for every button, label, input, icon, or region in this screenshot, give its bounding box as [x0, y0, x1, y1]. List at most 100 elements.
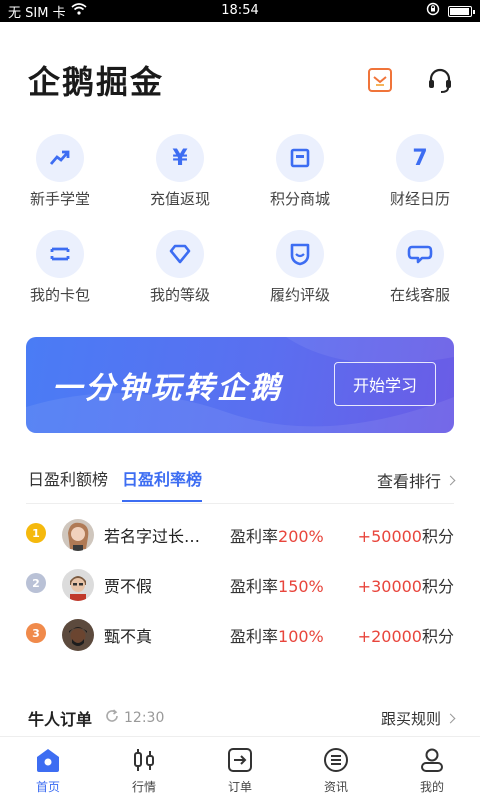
nav-orders[interactable]: 订单 — [192, 737, 288, 800]
nav-label: 资讯 — [323, 780, 348, 794]
points-value: +30000 — [357, 577, 422, 596]
rate-label: 盈利率 — [230, 577, 279, 596]
user-name: 甄不真 — [104, 627, 153, 646]
user-name: 贾不假 — [104, 577, 153, 596]
gold-medal-icon: 1 — [26, 523, 46, 547]
store-icon — [276, 134, 324, 182]
points-value: +50000 — [357, 527, 422, 546]
profile-icon — [418, 746, 446, 774]
points: +30000积分 — [358, 573, 454, 597]
bronze-medal-icon: 3 — [26, 623, 46, 647]
feature-points-mall[interactable]: 积分商城 — [240, 134, 360, 214]
feature-performance-rating[interactable]: 履约评级 — [240, 230, 360, 310]
nav-label: 我的 — [419, 780, 444, 794]
candlestick-icon — [130, 746, 158, 774]
points-unit: 积分 — [421, 577, 454, 596]
points: +50000积分 — [358, 523, 454, 547]
profit-rate: 盈利率150% — [230, 573, 350, 597]
shield-icon — [276, 230, 324, 278]
rate-value: 150% — [278, 577, 324, 596]
feature-grid: 新手学堂 ¥ 充值返现 积分商城 7 财经日历 我的卡包 我的等级 履约评级 在… — [0, 134, 480, 310]
ranking-row[interactable]: 2 贾不假 盈利率150% +30000积分 — [26, 560, 454, 610]
avatar — [62, 569, 94, 601]
bottom-nav: 首页 行情 订单 资讯 我的 — [0, 736, 480, 800]
banner-text: 一分钟玩转企鹅 — [52, 371, 283, 406]
feature-label: 积分商城 — [269, 190, 330, 208]
refresh-time[interactable]: 12:30 — [104, 708, 164, 728]
status-bar: 无 SIM 卡 18:54 — [0, 0, 480, 22]
card-wallet-icon — [36, 230, 84, 278]
feature-label: 履约评级 — [269, 286, 330, 304]
chevron-right-icon — [445, 713, 456, 723]
start-learning-button[interactable]: 开始学习 — [334, 362, 436, 406]
tab-daily-profit-amount[interactable]: 日盈利额榜 — [28, 466, 108, 494]
app-title: 企鹅掘金 — [28, 63, 165, 101]
silver-medal-icon: 2 — [26, 573, 46, 597]
feature-label: 我的等级 — [149, 286, 210, 304]
feature-label: 财经日历 — [389, 190, 450, 208]
calendar-icon: 7 — [396, 134, 444, 182]
nav-home[interactable]: 首页 — [0, 737, 96, 800]
feature-recharge-cashback[interactable]: ¥ 充值返现 — [120, 134, 240, 214]
feature-my-level[interactable]: 我的等级 — [120, 230, 240, 310]
rate-value: 200% — [278, 527, 324, 546]
headset-icon[interactable] — [426, 66, 454, 94]
refresh-icon[interactable] — [104, 708, 120, 728]
feature-label: 充值返现 — [149, 190, 210, 208]
view-ranking-link[interactable]: 查看排行 — [376, 468, 456, 492]
avatar — [62, 619, 94, 651]
ranking-row[interactable]: 3 甄不真 盈利率100% +20000积分 — [26, 610, 454, 660]
follow-rules-label: 跟买规则 — [380, 709, 441, 728]
nav-market[interactable]: 行情 — [96, 737, 192, 800]
yen-icon: ¥ — [156, 134, 204, 182]
mail-icon[interactable] — [366, 66, 394, 94]
feature-online-service[interactable]: 在线客服 — [360, 230, 480, 310]
home-icon — [34, 746, 62, 774]
trend-up-icon — [36, 134, 84, 182]
expert-orders-header: 牛人订单 12:30 跟买规则 — [28, 706, 456, 730]
app-header: 企鹅掘金 — [28, 58, 454, 102]
rank-number: 2 — [26, 573, 46, 593]
profit-rate: 盈利率200% — [230, 523, 350, 547]
points-unit: 积分 — [421, 527, 454, 546]
points-value: +20000 — [357, 627, 422, 646]
rank-number: 3 — [26, 623, 46, 643]
feature-card-wallet[interactable]: 我的卡包 — [0, 230, 120, 310]
divider — [26, 503, 454, 504]
rate-value: 100% — [278, 627, 324, 646]
feature-newbie-school[interactable]: 新手学堂 — [0, 134, 120, 214]
nav-label: 订单 — [227, 780, 252, 794]
news-icon — [322, 746, 350, 774]
rate-label: 盈利率 — [230, 527, 279, 546]
battery-icon — [448, 5, 475, 17]
user-name: 若名字过长… — [104, 527, 201, 546]
chat-bubble-icon — [396, 230, 444, 278]
diamond-icon — [156, 230, 204, 278]
points-unit: 积分 — [421, 627, 454, 646]
rank-number: 1 — [26, 523, 46, 543]
nav-label: 行情 — [131, 780, 156, 794]
nav-label: 首页 — [35, 780, 60, 794]
feature-label: 在线客服 — [389, 286, 450, 304]
nav-profile[interactable]: 我的 — [384, 737, 480, 800]
order-icon — [226, 746, 254, 774]
feature-finance-calendar[interactable]: 7 财经日历 — [360, 134, 480, 214]
chevron-right-icon — [445, 475, 456, 485]
nav-news[interactable]: 资讯 — [288, 737, 384, 800]
ranking-tabs: 日盈利额榜 日盈利率榜 查看排行 — [28, 466, 456, 502]
expert-orders-title: 牛人订单 — [28, 710, 93, 729]
rate-label: 盈利率 — [230, 627, 279, 646]
avatar — [62, 519, 94, 551]
refresh-time-value: 12:30 — [124, 710, 165, 726]
ranking-list: 1 若名字过长… 盈利率200% +50000积分 2 贾不假 盈利率150% … — [26, 510, 454, 660]
profit-rate: 盈利率100% — [230, 623, 350, 647]
points: +20000积分 — [358, 623, 454, 647]
ranking-row[interactable]: 1 若名字过长… 盈利率200% +50000积分 — [26, 510, 454, 560]
feature-label: 新手学堂 — [29, 190, 90, 208]
feature-label: 我的卡包 — [29, 286, 90, 304]
follow-rules-link[interactable]: 跟买规则 — [380, 708, 456, 729]
tab-daily-profit-rate[interactable]: 日盈利率榜 — [122, 466, 203, 502]
view-ranking-label: 查看排行 — [376, 472, 441, 491]
status-time: 18:54 — [221, 3, 259, 18]
promo-banner[interactable]: 一分钟玩转企鹅 开始学习 — [26, 337, 454, 433]
